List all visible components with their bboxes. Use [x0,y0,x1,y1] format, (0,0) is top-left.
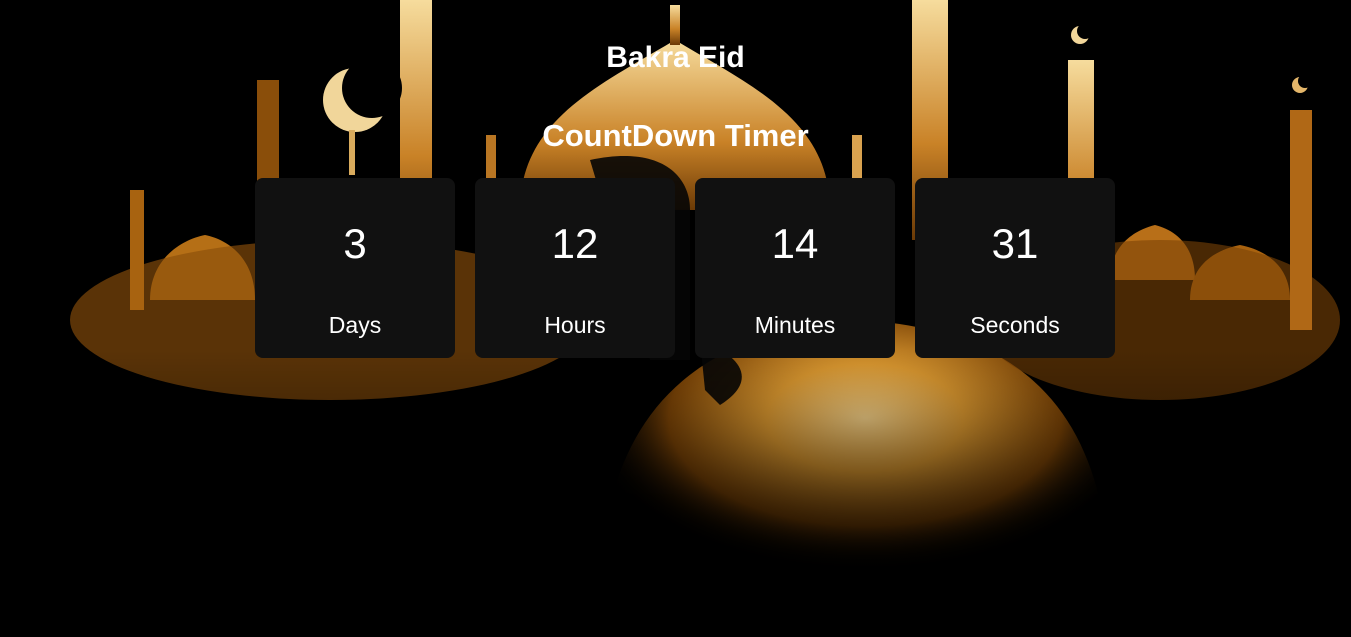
seconds-value: 31 [991,220,1039,267]
hours-value: 12 [551,220,599,267]
countdown-page: Bakra Eid CountDown Timer 3 Days 12 Hour… [0,0,1351,637]
minutes-label: Minutes [754,312,836,338]
page-subtitle: CountDown Timer [542,118,809,153]
timer-card-seconds: 31 Seconds [915,178,1115,358]
countdown-timer: 3 Days 12 Hours 14 Minutes 31 Seconds [255,178,1115,358]
timer-card-minutes: 14 Minutes [695,178,895,358]
seconds-label: Seconds [970,312,1060,338]
countdown-content: Bakra Eid CountDown Timer 3 Days 12 Hour… [0,0,1351,637]
minutes-value: 14 [771,220,819,267]
days-value: 3 [343,220,367,267]
hours-label: Hours [544,312,606,338]
page-title: Bakra Eid [606,41,745,74]
timer-card-days: 3 Days [255,178,455,358]
timer-card-hours: 12 Hours [475,178,675,358]
days-label: Days [328,312,382,338]
